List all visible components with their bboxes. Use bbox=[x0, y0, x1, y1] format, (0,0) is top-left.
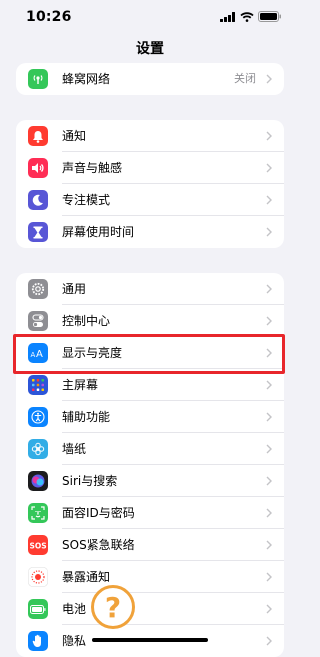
hourglass-icon bbox=[28, 222, 48, 242]
chevron-right-icon bbox=[266, 348, 272, 358]
settings-row-label: 控制中心 bbox=[62, 314, 111, 328]
settings-row-wallpaper[interactable]: 墙纸 bbox=[16, 433, 284, 465]
home-grid-icon bbox=[28, 375, 48, 395]
chevron-right-icon bbox=[266, 316, 272, 326]
battery-status-icon bbox=[258, 11, 281, 22]
status-bar: 10:26 bbox=[0, 0, 300, 34]
settings-row-notifications[interactable]: 通知 bbox=[16, 120, 284, 152]
chevron-right-icon bbox=[266, 74, 272, 84]
settings-row-label: 蜂窝网络 bbox=[62, 72, 111, 86]
chevron-right-icon bbox=[266, 284, 272, 294]
speaker-icon bbox=[28, 158, 48, 178]
settings-row-label: 电池 bbox=[62, 602, 87, 616]
chevron-right-icon bbox=[266, 444, 272, 454]
flower-icon bbox=[28, 439, 48, 459]
toggles-icon bbox=[28, 311, 48, 331]
chevron-right-icon bbox=[266, 572, 272, 582]
settings-row-cellular[interactable]: 蜂窝网络 关闭 bbox=[16, 63, 284, 95]
chevron-right-icon bbox=[266, 380, 272, 390]
chevron-right-icon bbox=[266, 476, 272, 486]
settings-row-label: 声音与触感 bbox=[62, 161, 123, 175]
settings-row-label: 显示与亮度 bbox=[62, 346, 123, 360]
chevron-right-icon bbox=[266, 195, 272, 205]
face-id-icon bbox=[28, 503, 48, 523]
chevron-right-icon bbox=[266, 163, 272, 173]
settings-row-display-brightness[interactable]: A A 显示与亮度 bbox=[16, 337, 284, 369]
chevron-right-icon bbox=[266, 412, 272, 422]
settings-row-focus[interactable]: 专注模式 bbox=[16, 184, 284, 216]
settings-row-value: 关闭 bbox=[234, 72, 256, 85]
settings-row-general[interactable]: 通用 bbox=[16, 273, 284, 305]
wifi-icon bbox=[240, 11, 254, 22]
settings-row-face-id[interactable]: 面容ID与密码 bbox=[16, 497, 284, 529]
settings-row-home-screen[interactable]: 主屏幕 bbox=[16, 369, 284, 401]
chevron-right-icon bbox=[266, 131, 272, 141]
settings-row-label: 通用 bbox=[62, 282, 87, 296]
settings-row-label: 通知 bbox=[62, 129, 87, 143]
settings-row-label: 主屏幕 bbox=[62, 378, 99, 392]
settings-row-label: 辅助功能 bbox=[62, 410, 111, 424]
settings-row-siri-search[interactable]: Siri与搜索 bbox=[16, 465, 284, 497]
accessibility-icon bbox=[28, 407, 48, 427]
cellular-icon bbox=[28, 69, 48, 89]
settings-row-label: SOS紧急联络 bbox=[62, 538, 135, 552]
signal-icon bbox=[220, 11, 235, 22]
settings-row-accessibility[interactable]: 辅助功能 bbox=[16, 401, 284, 433]
general-group: 通用 控制中心 A A 显示与亮度 主屏幕 辅助功能 墙纸 Siri与搜索 面容… bbox=[16, 273, 284, 657]
chevron-right-icon bbox=[266, 508, 272, 518]
siri-icon bbox=[28, 471, 48, 491]
chevron-right-icon bbox=[266, 604, 272, 614]
notifications-group: 通知 声音与触感 专注模式 屏幕使用时间 bbox=[16, 120, 284, 248]
settings-row-control-center[interactable]: 控制中心 bbox=[16, 305, 284, 337]
settings-row-battery[interactable]: 电池 bbox=[16, 593, 284, 625]
settings-row-label: 隐私 bbox=[62, 634, 87, 648]
sos-icon: SOS bbox=[28, 535, 48, 555]
settings-row-label: 墙纸 bbox=[62, 442, 87, 456]
text-size-icon: A A bbox=[28, 343, 48, 363]
chevron-right-icon bbox=[266, 636, 272, 646]
status-icons bbox=[220, 11, 282, 22]
moon-icon bbox=[28, 190, 48, 210]
settings-row-label: 专注模式 bbox=[62, 193, 111, 207]
battery-icon bbox=[28, 599, 48, 619]
svg-text:A: A bbox=[31, 351, 36, 359]
settings-row-sounds[interactable]: 声音与触感 bbox=[16, 152, 284, 184]
bell-icon bbox=[28, 126, 48, 146]
svg-text:SOS: SOS bbox=[30, 541, 47, 550]
settings-row-screen-time[interactable]: 屏幕使用时间 bbox=[16, 216, 284, 248]
chevron-right-icon bbox=[266, 227, 272, 237]
hand-icon bbox=[28, 631, 48, 651]
settings-row-label: Siri与搜索 bbox=[62, 474, 118, 488]
settings-row-label: 屏幕使用时间 bbox=[62, 225, 135, 239]
gear-icon bbox=[28, 279, 48, 299]
settings-row-exposure-notifications[interactable]: 暴露通知 bbox=[16, 561, 284, 593]
svg-text:A: A bbox=[36, 349, 43, 359]
settings-row-label: 面容ID与密码 bbox=[62, 506, 135, 520]
connectivity-group: 蜂窝网络 关闭 bbox=[16, 63, 284, 95]
exposure-icon bbox=[28, 567, 48, 587]
settings-row-emergency-sos[interactable]: SOS SOS紧急联络 bbox=[16, 529, 284, 561]
page-title: 设置 bbox=[136, 41, 164, 57]
chevron-right-icon bbox=[266, 540, 272, 550]
help-button[interactable]: ? bbox=[91, 585, 135, 629]
status-time: 10:26 bbox=[26, 9, 72, 25]
home-indicator[interactable] bbox=[92, 638, 208, 642]
